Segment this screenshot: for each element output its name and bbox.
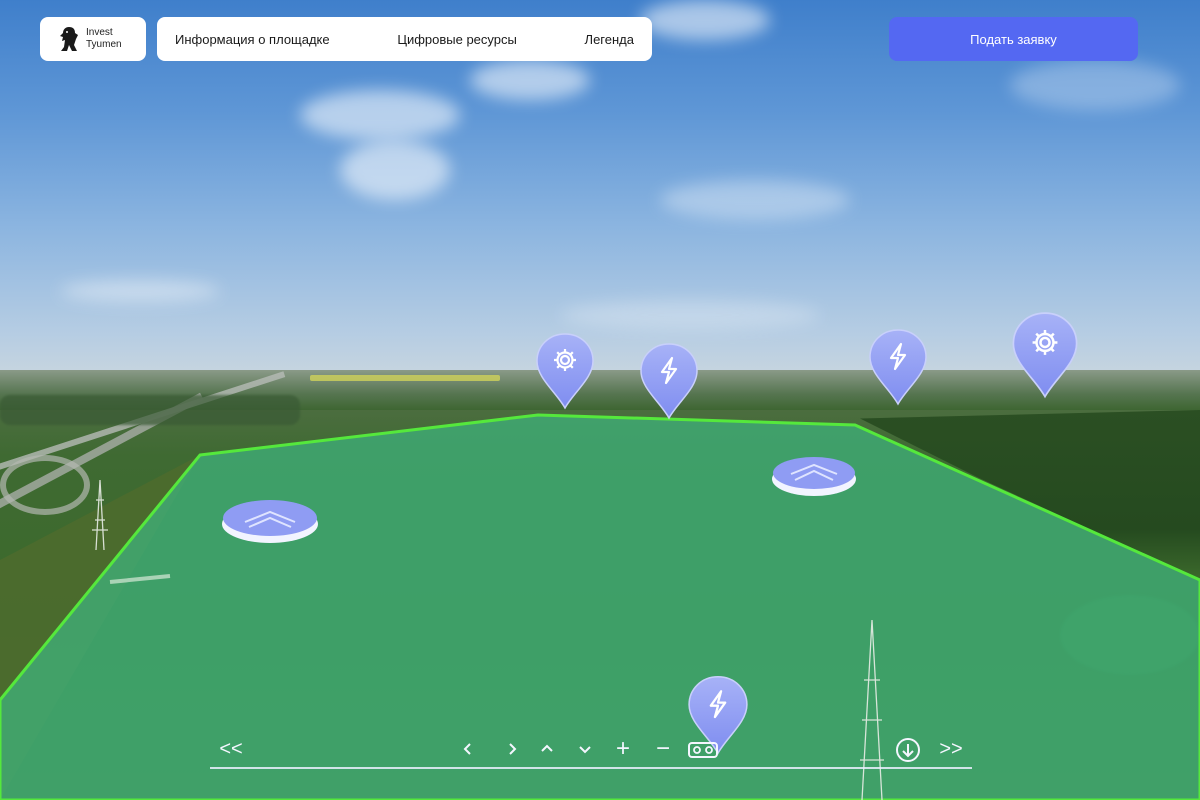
chevron-down-icon	[579, 746, 591, 754]
logo[interactable]: Invest Tyumen	[40, 17, 146, 61]
vr-button[interactable]	[686, 736, 720, 762]
chevron-up-icon	[541, 744, 553, 752]
fast-forward-button[interactable]: >>	[934, 736, 968, 762]
logo-line-2: Tyumen	[86, 39, 122, 50]
nav-digital-resources[interactable]: Цифровые ресурсы	[397, 32, 517, 47]
logo-text: Invest Tyumen	[86, 27, 122, 51]
download-button[interactable]	[894, 736, 922, 764]
player-controls: << + − >>	[210, 732, 972, 770]
chevron-right-icon	[509, 743, 517, 755]
download-icon	[896, 738, 920, 762]
logo-line-1: Invest	[86, 27, 113, 38]
timeline-bar[interactable]	[210, 767, 972, 769]
move-disc[interactable]	[221, 496, 319, 546]
top-nav: Информация о площадке Цифровые ресурсы Л…	[157, 17, 652, 61]
zoom-in-button[interactable]: +	[612, 736, 634, 762]
lightning-pin[interactable]	[638, 342, 700, 422]
tilt-down-button[interactable]	[576, 736, 594, 762]
zoom-out-button[interactable]: −	[652, 736, 674, 762]
gear-pin[interactable]	[534, 332, 596, 412]
tilt-up-button[interactable]	[538, 736, 556, 762]
lightning-pin[interactable]	[867, 328, 929, 408]
nav-legend[interactable]: Легенда	[585, 32, 634, 47]
rewind-button[interactable]: <<	[216, 736, 246, 762]
submit-application-button[interactable]: Подать заявку	[889, 17, 1138, 61]
gear-pin[interactable]	[1010, 310, 1080, 402]
tiger-icon	[60, 27, 78, 51]
pan-left-button[interactable]	[460, 736, 476, 762]
move-disc[interactable]	[771, 454, 857, 498]
pan-right-button[interactable]	[504, 736, 520, 762]
chevron-left-icon	[463, 743, 471, 755]
nav-site-info[interactable]: Информация о площадке	[175, 32, 330, 47]
vr-headset-icon	[688, 742, 718, 758]
